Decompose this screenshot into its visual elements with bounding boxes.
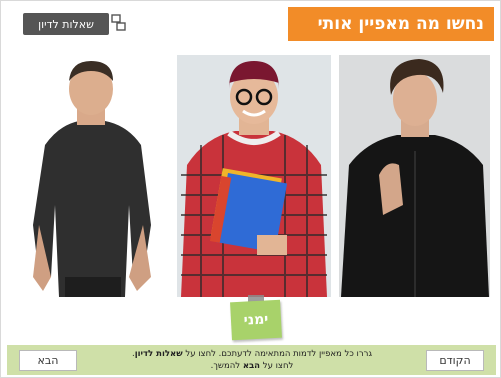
instructions-line2-text: לחצו על bbox=[260, 361, 294, 371]
instructions-line1-bold: שאלות לדיון bbox=[134, 349, 183, 359]
lesson-frame: נחשו מה מאפיין אותי שאלות לדיון ימני הבא… bbox=[0, 0, 501, 378]
discussion-icon[interactable] bbox=[111, 14, 127, 32]
bottom-navigation-bar: הבא גררו כל מאפיין לדמות המתאימה לדעתכם.… bbox=[7, 345, 496, 375]
draggable-trait-note[interactable]: ימני bbox=[230, 299, 282, 341]
instructions-text: גררו כל מאפיין לדמות המתאימה לדעתכם. לחצ… bbox=[117, 348, 387, 372]
previous-button[interactable]: הקודם bbox=[426, 350, 484, 371]
next-button[interactable]: הבא bbox=[19, 350, 77, 371]
character-photo-1[interactable] bbox=[25, 55, 159, 297]
page-title: נחשו מה מאפיין אותי bbox=[288, 7, 494, 41]
instructions-line2-end: להמשך. bbox=[210, 361, 243, 371]
discussion-questions-button[interactable]: שאלות לדיון bbox=[23, 13, 109, 35]
instructions-line2-bold: הבא bbox=[242, 361, 261, 371]
instructions-line1-text: גררו כל מאפיין לדמות המתאימה לדעתכם. לחצ… bbox=[182, 349, 372, 359]
character-photo-2[interactable] bbox=[177, 55, 331, 297]
character-photo-3[interactable] bbox=[339, 55, 490, 297]
character-1-illustration bbox=[25, 55, 159, 297]
character-2-illustration bbox=[177, 55, 331, 297]
character-3-illustration bbox=[339, 55, 490, 297]
